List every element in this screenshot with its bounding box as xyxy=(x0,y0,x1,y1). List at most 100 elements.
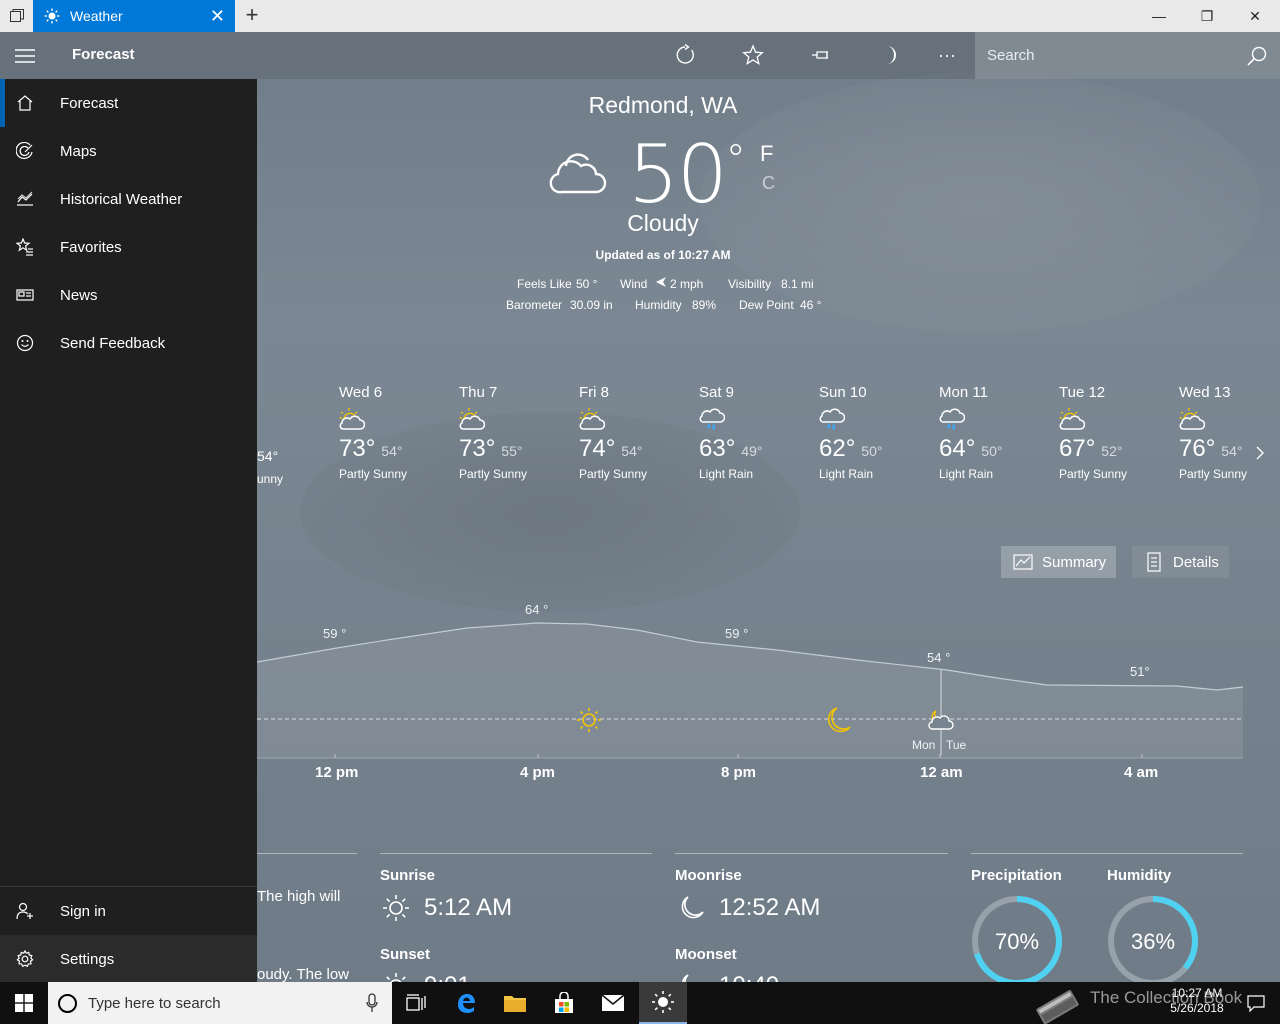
home-icon xyxy=(0,94,50,112)
tab-title: Weather xyxy=(70,8,123,24)
day-temps: 67° 52° xyxy=(1059,435,1169,463)
hourly-temp-label: 59 ° xyxy=(323,626,347,641)
app-tab[interactable]: Weather ✕ xyxy=(33,0,235,32)
details-button[interactable]: Details xyxy=(1132,546,1229,578)
day-condition: Partly Sunny xyxy=(1059,467,1128,481)
taskbar: Type here to search The Collection Book … xyxy=(0,982,1280,1024)
daily-forecast-card[interactable]: Tue 12 67° 52° Partly Sunny xyxy=(1059,384,1169,481)
clock-time: 10:27 AM xyxy=(1171,986,1223,1000)
summary-label: Summary xyxy=(1042,553,1107,571)
nav-label: Forecast xyxy=(60,94,119,112)
refresh-icon[interactable] xyxy=(673,43,697,67)
nav-item-historical-weather[interactable]: Historical Weather xyxy=(0,175,257,223)
next-days-chevron-icon[interactable] xyxy=(1255,445,1265,466)
light-rain-icon xyxy=(699,407,726,431)
daily-forecast-card[interactable]: Fri 8 74° 54° Partly Sunny xyxy=(579,384,689,481)
sunrise-time: 5:12 AM xyxy=(424,894,513,921)
file-explorer-icon[interactable] xyxy=(491,982,539,1024)
celsius-toggle[interactable]: C xyxy=(762,173,775,194)
daily-forecast-card[interactable]: Thu 7 73° 55° Partly Sunny xyxy=(459,384,569,481)
day-temps: 64° 50° xyxy=(939,435,1049,463)
summary-button[interactable]: Summary xyxy=(1001,546,1116,578)
hour-label: 12 pm xyxy=(315,764,359,781)
hourly-temp-label: 51° xyxy=(1130,664,1150,679)
day-condition: Partly Sunny xyxy=(459,467,528,481)
barometer-value: 30.09 in xyxy=(570,298,613,312)
settings-label: Settings xyxy=(60,950,115,968)
daily-forecast-card[interactable]: Wed 13 76° 54° Partly Sunny xyxy=(1179,384,1249,481)
sunset-time: 9:01 PM xyxy=(424,972,511,982)
hour-label: 4 pm xyxy=(520,764,556,781)
search-input[interactable] xyxy=(975,32,1245,79)
daily-forecast-card[interactable]: Wed 6 73° 54° Partly Sunny xyxy=(339,384,449,481)
search-icon[interactable] xyxy=(1246,45,1268,67)
windows-start-icon[interactable] xyxy=(0,982,48,1024)
more-options-icon[interactable]: ··· xyxy=(935,43,959,67)
low-temp: 50° xyxy=(861,443,883,459)
new-tab-button[interactable]: + xyxy=(240,0,264,32)
hamburger-menu-icon[interactable] xyxy=(14,45,36,67)
fahrenheit-toggle[interactable]: F xyxy=(760,141,773,167)
microphone-icon[interactable] xyxy=(366,993,378,1013)
nav-item-send-feedback[interactable]: Send Feedback xyxy=(0,319,257,367)
favorite-star-icon[interactable] xyxy=(741,43,765,67)
visibility-value: 8.1 mi xyxy=(781,277,814,291)
nav-item-forecast[interactable]: Forecast xyxy=(0,79,257,127)
daily-forecast-partial[interactable]: 54° unny xyxy=(257,448,297,486)
pin-icon[interactable] xyxy=(810,43,834,67)
sun-icon xyxy=(43,7,61,25)
cortana-icon xyxy=(58,994,77,1013)
daily-forecast-card[interactable]: Mon 11 64° 50° Light Rain xyxy=(939,384,1049,481)
tabs-overview-icon[interactable] xyxy=(0,0,33,32)
partial-low-temp: 54° xyxy=(257,448,279,464)
nav-item-favorites[interactable]: Favorites xyxy=(0,223,257,271)
current-conditions: Redmond, WA xyxy=(480,92,846,119)
day-temps: 63° 49° xyxy=(699,435,809,463)
sign-in-button[interactable]: Sign in xyxy=(0,887,257,935)
maximize-button[interactable]: ❐ xyxy=(1184,0,1230,32)
nav-label: News xyxy=(60,286,98,304)
section-divider xyxy=(380,853,652,854)
theme-moon-icon[interactable] xyxy=(877,43,901,67)
feels-like-value: 50 ° xyxy=(576,277,598,291)
low-temp: 49° xyxy=(741,443,763,459)
close-window-button[interactable]: ✕ xyxy=(1232,0,1278,32)
partly-sunny-icon xyxy=(579,407,606,431)
sunset-row: 9:01 PM xyxy=(381,972,511,982)
day-split-prev: Mon xyxy=(912,738,936,752)
taskbar-search[interactable]: Type here to search xyxy=(48,982,392,1024)
high-temp: 74° xyxy=(579,435,616,462)
minimize-button[interactable]: — xyxy=(1136,0,1182,32)
day-summary-text: The high will xyxy=(257,888,341,905)
partial-condition: unny xyxy=(257,472,284,486)
nav-item-news[interactable]: News xyxy=(0,271,257,319)
settings-button[interactable]: Settings xyxy=(0,935,257,983)
daily-forecast-card[interactable]: Sun 10 62° 50° Light Rain xyxy=(819,384,929,481)
notifications-icon[interactable] xyxy=(1232,982,1280,1024)
moonset-icon xyxy=(678,972,706,982)
edge-browser-icon[interactable] xyxy=(442,982,490,1024)
day-condition: Light Rain xyxy=(819,467,874,481)
cloudy-icon xyxy=(548,148,608,198)
nav-label: Send Feedback xyxy=(60,334,166,352)
line-chart-icon xyxy=(1013,554,1033,570)
section-divider xyxy=(257,853,357,854)
day-temps: 73° 54° xyxy=(339,435,449,463)
high-temp: 73° xyxy=(339,435,376,462)
store-icon[interactable] xyxy=(540,982,588,1024)
daily-forecast-card[interactable]: Sat 9 63° 49° Light Rain xyxy=(699,384,809,481)
partly-sunny-icon xyxy=(1059,407,1086,431)
nav-item-maps[interactable]: Maps xyxy=(0,127,257,175)
task-view-icon[interactable] xyxy=(392,982,440,1024)
low-temp: 54° xyxy=(1221,443,1243,459)
day-condition: Light Rain xyxy=(939,467,994,481)
system-clock[interactable]: 10:27 AM 5/26/2018 xyxy=(1160,986,1234,1016)
temperature-value: 50 xyxy=(628,128,728,221)
mail-icon[interactable] xyxy=(589,982,637,1024)
day-name: Wed 13 xyxy=(1179,384,1231,401)
weather-app-taskbar-icon[interactable] xyxy=(639,982,687,1024)
low-temp: 55° xyxy=(501,443,523,459)
wind-label: Wind xyxy=(620,277,648,291)
close-tab-button[interactable]: ✕ xyxy=(210,6,225,26)
gear-icon xyxy=(0,950,50,968)
